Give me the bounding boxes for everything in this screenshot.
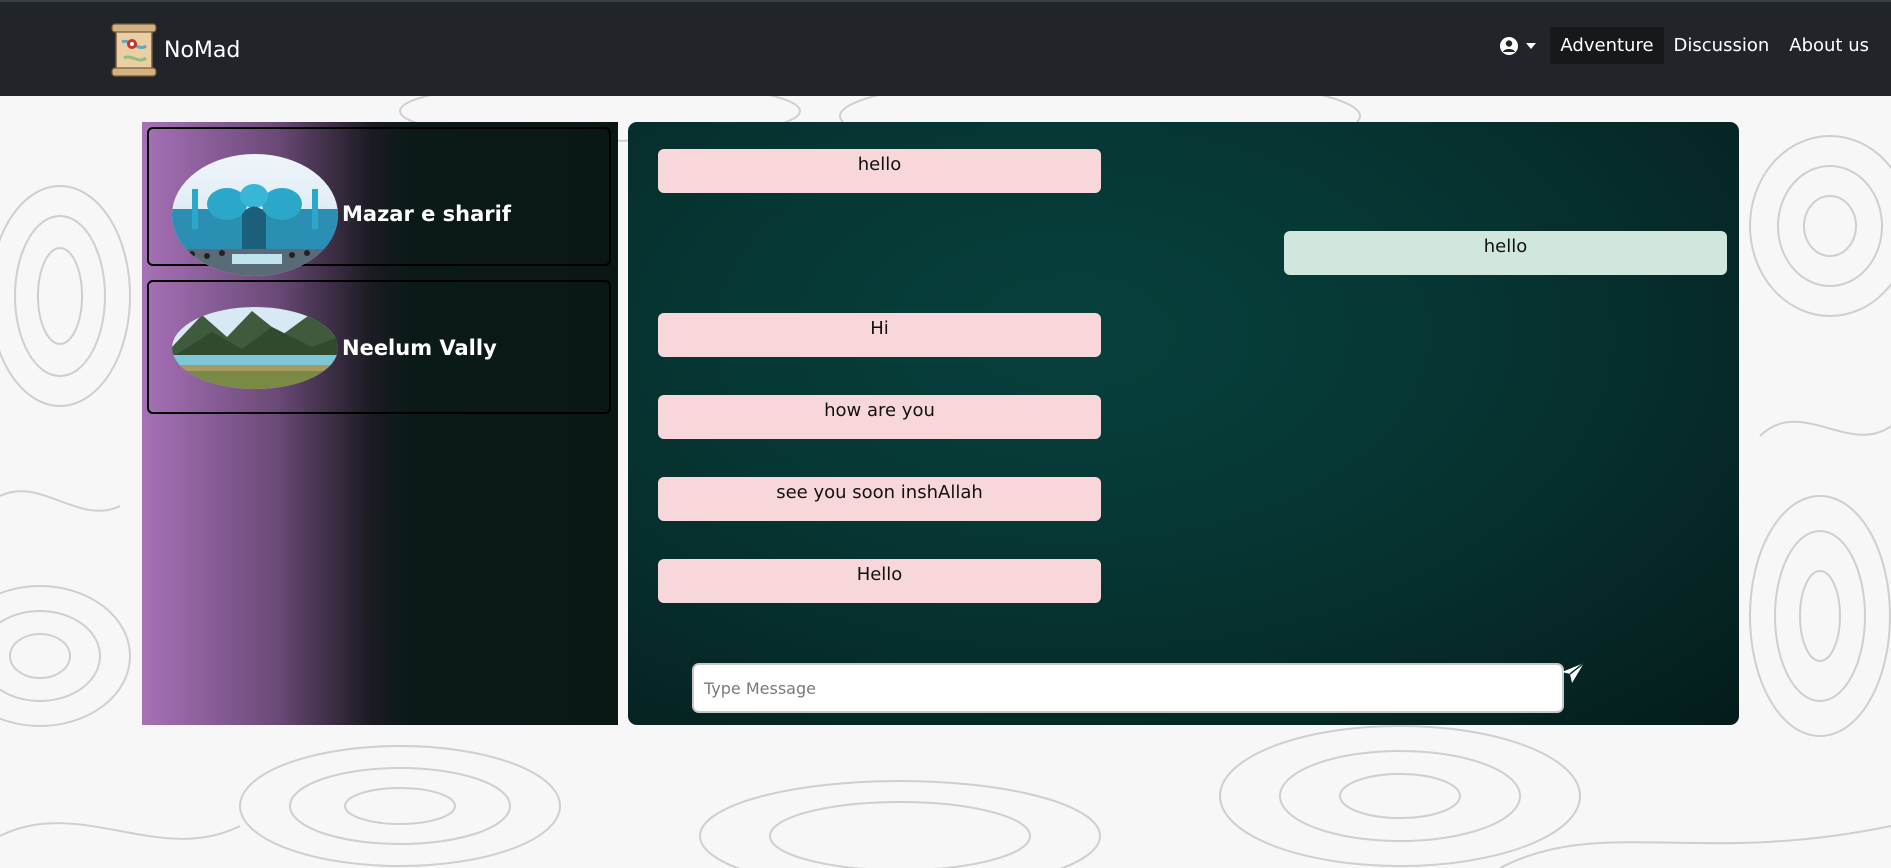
paper-plane-icon[interactable] (1560, 661, 1586, 685)
brand[interactable]: NoMad (110, 22, 240, 78)
brand-name: NoMad (164, 37, 241, 63)
place-thumbnail (172, 307, 338, 389)
place-card-neelum-vally[interactable]: Neelum Vally (147, 280, 611, 414)
nav-links: Adventure Discussion About us (1498, 27, 1879, 64)
message-bubble-incoming: hello (658, 149, 1101, 193)
message-bubble-outgoing: hello (1284, 231, 1727, 275)
caret-down-icon (1526, 42, 1537, 49)
nav-link-discussion[interactable]: Discussion (1664, 27, 1780, 64)
top-navbar: NoMad Adventure Discussion About us (0, 0, 1891, 96)
nav-link-adventure[interactable]: Adventure (1550, 27, 1664, 64)
message-bubble-incoming: Hi (658, 313, 1101, 357)
map-scroll-icon (111, 23, 157, 77)
place-name: Neelum Vally (342, 336, 497, 360)
user-menu-toggle[interactable] (1498, 35, 1538, 57)
place-card-mazar-e-sharif[interactable]: Mazar e sharif (147, 127, 611, 276)
message-bubble-incoming: see you soon inshAllah (658, 477, 1101, 521)
place-name: Mazar e sharif (342, 202, 511, 226)
message-bubble-incoming: Hello (658, 559, 1101, 603)
place-thumbnail (172, 154, 338, 276)
message-bubble-incoming: how are you (658, 395, 1101, 439)
chat-panel: hello hello Hi how are you see you soon … (628, 122, 1739, 725)
places-sidebar: Mazar e sharif Neelum Vally (142, 122, 618, 725)
user-circle-icon (1500, 36, 1519, 55)
nav-link-about-us[interactable]: About us (1779, 27, 1879, 64)
message-input[interactable] (692, 663, 1564, 713)
